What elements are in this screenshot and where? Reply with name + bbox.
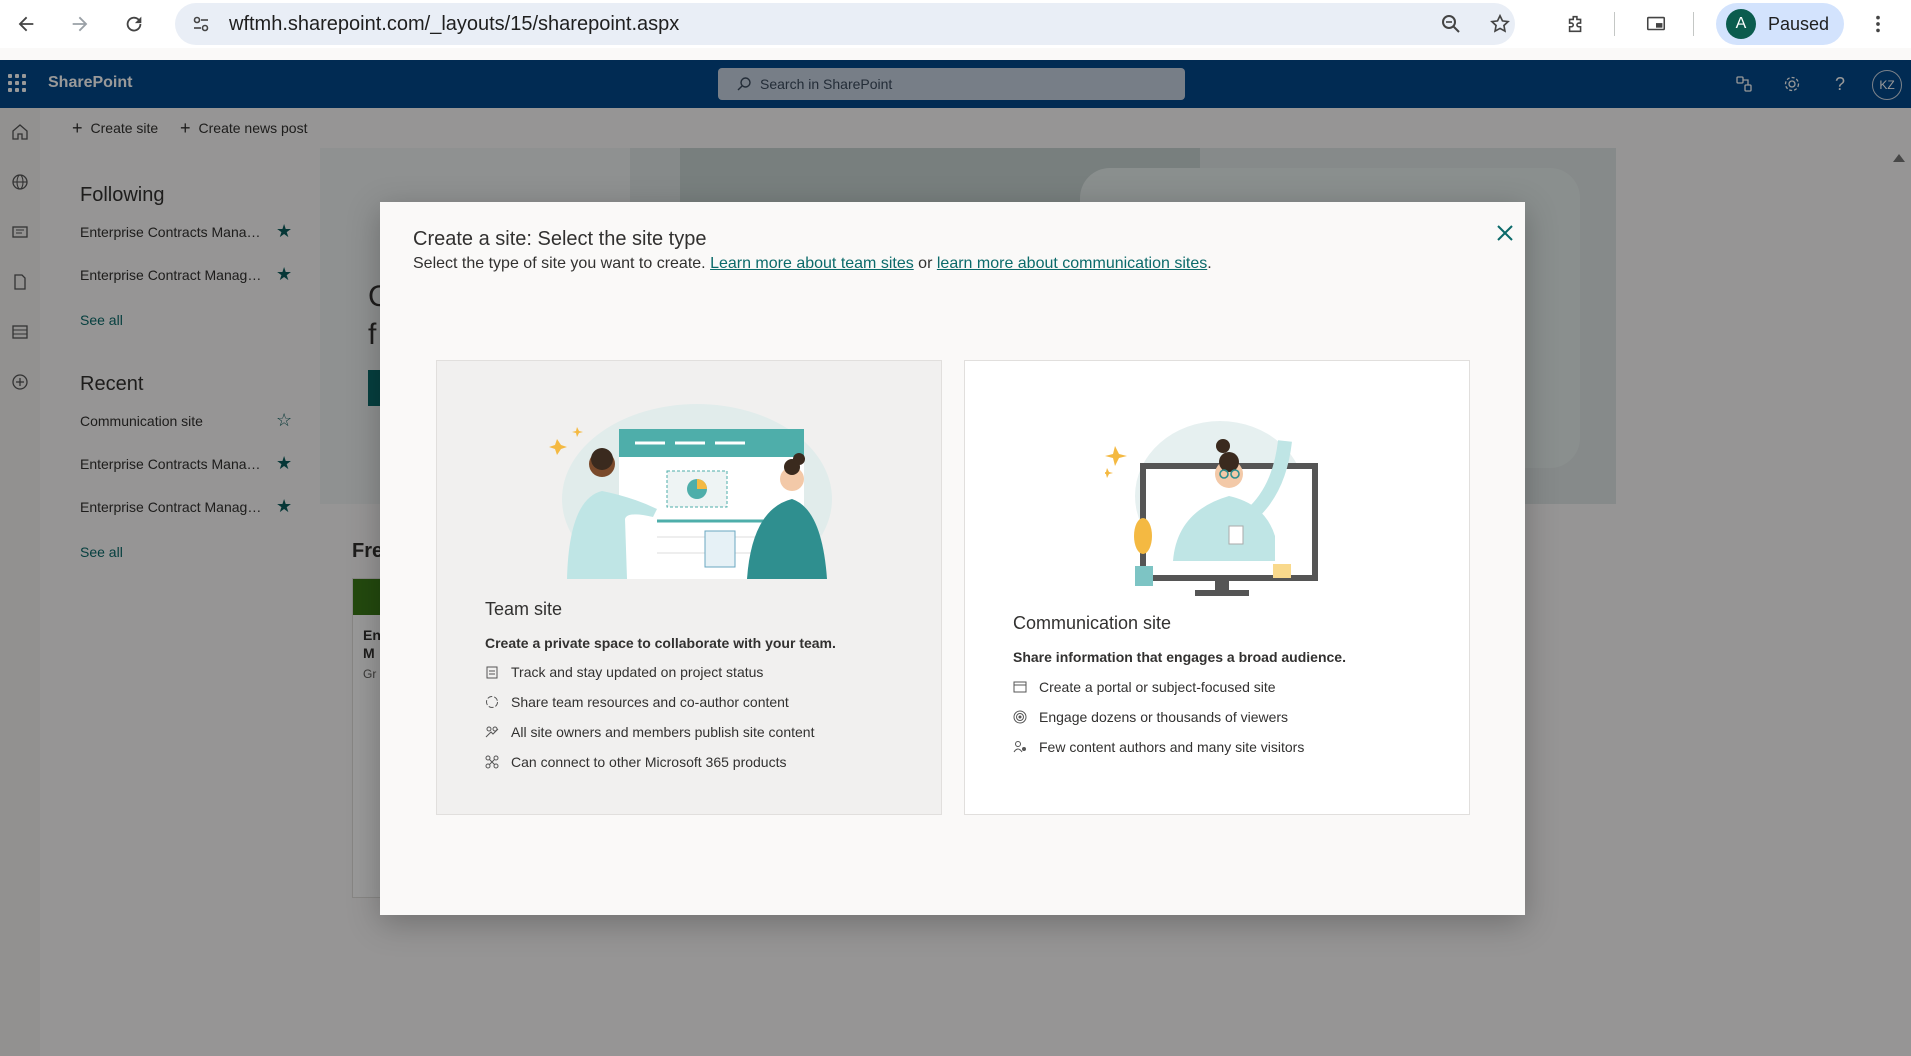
toolbar-divider	[1614, 12, 1615, 36]
communication-feature-text: Few content authors and many site visito…	[1039, 739, 1305, 755]
broadcast-icon	[1013, 710, 1027, 724]
audience-icon	[1013, 740, 1027, 754]
communication-site-tagline: Share information that engages a broad a…	[1013, 649, 1346, 665]
site-info-icon[interactable]	[181, 4, 221, 44]
cast-button[interactable]	[1636, 4, 1676, 44]
back-button[interactable]	[6, 4, 46, 44]
create-site-dialog: Create a site: Select the site type Sele…	[380, 202, 1525, 915]
communication-site-card[interactable]: Communication site Share information tha…	[964, 360, 1470, 815]
subtitle-text: or	[913, 255, 937, 272]
browser-toolbar: wftmh.sharepoint.com/_layouts/15/sharepo…	[0, 0, 1911, 48]
team-site-tagline: Create a private space to collaborate wi…	[485, 635, 836, 651]
dialog-subtitle: Select the type of site you want to crea…	[413, 255, 1212, 273]
browser-menu-button[interactable]	[1858, 4, 1898, 44]
team-feature: Share team resources and co-author conte…	[485, 694, 789, 710]
clipboard-icon	[485, 665, 499, 679]
address-bar[interactable]: wftmh.sharepoint.com/_layouts/15/sharepo…	[175, 3, 1515, 45]
toolbar-divider	[1693, 12, 1694, 36]
team-feature-text: All site owners and members publish site…	[511, 724, 815, 740]
communication-feature-text: Create a portal or subject-focused site	[1039, 679, 1276, 695]
sync-icon	[485, 695, 499, 709]
bookmark-star-icon[interactable]	[1480, 4, 1520, 44]
portal-icon	[1013, 680, 1027, 694]
forward-button[interactable]	[60, 4, 100, 44]
profile-status: Paused	[1768, 13, 1830, 34]
team-site-title: Team site	[485, 599, 563, 619]
profile-button[interactable]: A Paused	[1716, 3, 1844, 45]
screen-icon	[1646, 16, 1666, 31]
learn-more-comm-link[interactable]: learn more about communication sites	[937, 255, 1207, 272]
team-feature: All site owners and members publish site…	[485, 724, 814, 740]
arrow-right-icon	[72, 16, 88, 32]
dialog-title: Create a site: Select the site type	[413, 228, 707, 250]
arrow-left-icon	[18, 16, 34, 32]
avatar: A	[1726, 9, 1756, 39]
connect-apps-icon	[485, 755, 499, 769]
team-feature-text: Track and stay updated on project status	[511, 664, 764, 680]
team-feature-text: Share team resources and co-author conte…	[511, 694, 789, 710]
zoom-icon[interactable]	[1431, 4, 1471, 44]
team-feature: Can connect to other Microsoft 365 produ…	[485, 754, 786, 770]
team-site-illustration	[549, 404, 832, 579]
communication-feature-text: Engage dozens or thousands of viewers	[1039, 709, 1289, 725]
subtitle-text: Select the type of site you want to crea…	[413, 255, 711, 272]
people-edit-icon	[485, 725, 499, 739]
extensions-button[interactable]	[1556, 4, 1596, 44]
team-feature: Track and stay updated on project status	[485, 664, 763, 680]
close-icon	[1497, 225, 1513, 241]
reload-button[interactable]	[114, 4, 154, 44]
learn-more-team-link[interactable]: Learn more about team sites	[710, 255, 914, 272]
communication-site-title: Communication site	[1013, 613, 1172, 633]
communication-site-illustration	[1105, 421, 1318, 596]
team-site-card[interactable]: Team site Create a private space to coll…	[436, 360, 942, 815]
url-text: wftmh.sharepoint.com/_layouts/15/sharepo…	[229, 12, 680, 35]
team-feature-text: Can connect to other Microsoft 365 produ…	[511, 754, 787, 770]
communication-feature: Engage dozens or thousands of viewers	[1013, 709, 1288, 725]
more-vertical-icon	[1876, 15, 1880, 33]
communication-feature: Few content authors and many site visito…	[1013, 739, 1304, 755]
puzzle-icon	[1568, 15, 1582, 33]
subtitle-text: .	[1207, 255, 1212, 272]
communication-feature: Create a portal or subject-focused site	[1013, 679, 1276, 695]
reload-icon	[126, 16, 142, 32]
close-button[interactable]	[1490, 218, 1520, 248]
